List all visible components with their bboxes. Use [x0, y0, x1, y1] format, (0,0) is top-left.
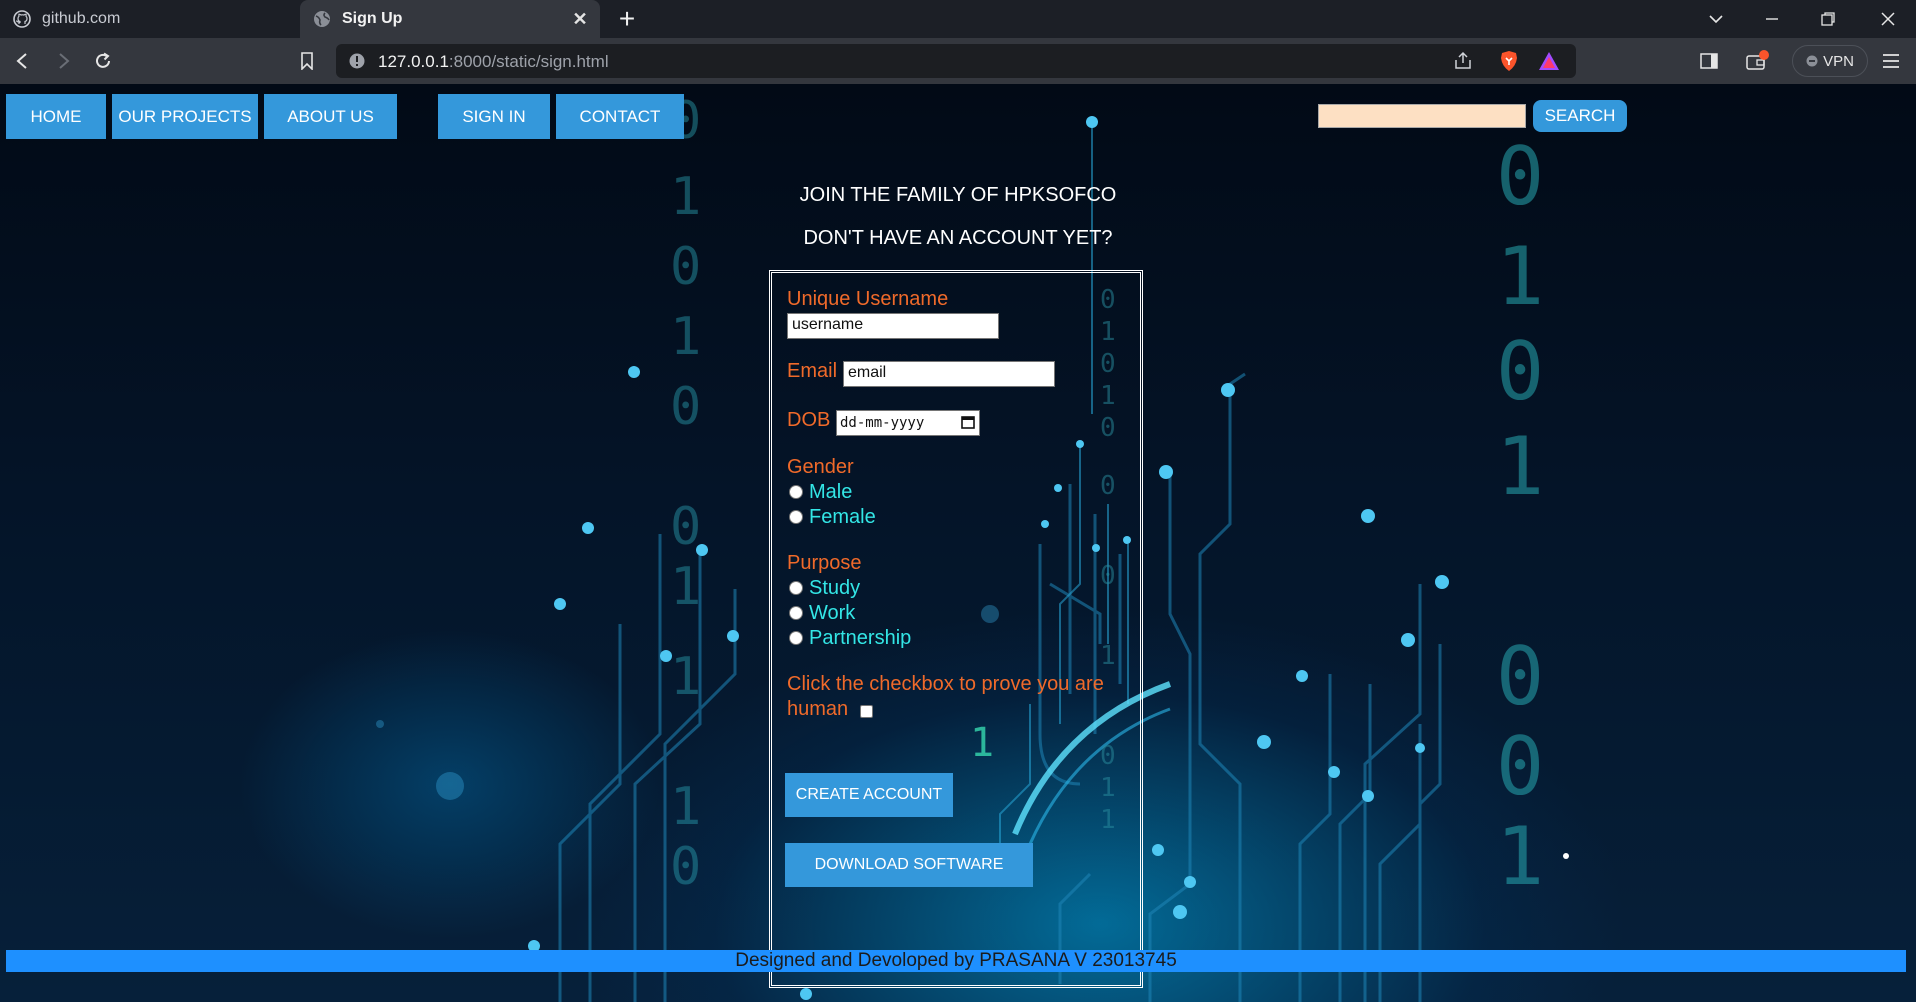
minimize-icon[interactable]	[1744, 0, 1800, 38]
svg-text:1: 1	[1496, 420, 1544, 513]
nav-home[interactable]: HOME	[6, 94, 106, 139]
gender-label: Gender	[787, 456, 854, 478]
purpose-label: Purpose	[787, 552, 862, 574]
female-label: Female	[809, 505, 876, 528]
page-viewport: 0 1 0 1 0 0 1 1 1 0 0 1 0 1 0 0 1 0 1 0 …	[0, 84, 1916, 1002]
gender-option-male[interactable]: Male	[789, 480, 852, 504]
signup-form: Unique Username username Email email DOB…	[769, 270, 1143, 988]
svg-text:0: 0	[1496, 130, 1544, 223]
site-info-icon[interactable]	[346, 50, 368, 72]
url-path: :8000/static/sign.html	[448, 52, 609, 71]
nav-contact[interactable]: CONTACT	[556, 94, 684, 139]
partnership-radio[interactable]	[789, 631, 803, 645]
dob-date-field[interactable]: dd-mm-yyyy	[836, 410, 980, 436]
sidebar-toggle-icon[interactable]	[1694, 46, 1724, 76]
svg-text:1: 1	[670, 647, 701, 707]
purpose-option-work[interactable]: Work	[789, 601, 855, 625]
page-title: JOIN THE FAMILY OF HPKSOFCO	[799, 184, 1117, 206]
url-host: 127.0.0.1	[378, 52, 449, 71]
human-checkbox[interactable]	[860, 705, 873, 718]
menu-icon[interactable]	[1876, 46, 1906, 76]
address-bar[interactable]: 127.0.0.1:8000/static/sign.html	[336, 44, 1576, 78]
email-field[interactable]: email	[843, 361, 1055, 387]
nav-about-us[interactable]: ABOUT US	[264, 94, 397, 139]
work-label: Work	[809, 601, 856, 624]
svg-text:0: 0	[1496, 630, 1544, 723]
search-input[interactable]	[1318, 104, 1526, 128]
reload-icon[interactable]	[88, 46, 118, 76]
forward-icon[interactable]	[48, 46, 78, 76]
male-label: Male	[809, 480, 853, 503]
nav-sign-in[interactable]: SIGN IN	[438, 94, 550, 139]
svg-text:1: 1	[670, 557, 701, 617]
svg-text:0: 0	[670, 837, 701, 897]
globe-icon	[312, 9, 332, 29]
nav-our-projects[interactable]: OUR PROJECTS	[112, 94, 258, 139]
gender-option-female[interactable]: Female	[789, 505, 876, 529]
wallet-icon[interactable]	[1742, 46, 1772, 76]
footer-bar: Designed and Devoloped by PRASANA V 2301…	[6, 950, 1906, 972]
svg-text:0: 0	[670, 497, 701, 557]
page-subtitle: DON'T HAVE AN ACCOUNT YET?	[803, 227, 1113, 249]
new-tab-button[interactable]: +	[612, 4, 642, 34]
female-radio[interactable]	[789, 510, 803, 524]
svg-text:1: 1	[670, 307, 701, 367]
purpose-option-partnership[interactable]: Partnership	[789, 626, 911, 650]
study-label: Study	[809, 576, 861, 599]
tab-sign-up-title: Sign Up	[342, 10, 403, 27]
dob-value: dd-mm-yyyy	[840, 415, 925, 431]
svg-text:0: 0	[1496, 720, 1544, 813]
restore-icon[interactable]	[1800, 0, 1856, 38]
vpn-label: VPN	[1823, 52, 1854, 70]
partnership-label: Partnership	[809, 626, 912, 649]
browser-toolbar: 127.0.0.1:8000/static/sign.html VPN	[0, 38, 1916, 84]
username-label: Unique Username	[787, 288, 949, 310]
svg-text:0: 0	[1496, 325, 1544, 418]
username-field[interactable]: username	[787, 313, 999, 339]
brave-shields-icon[interactable]	[1498, 50, 1520, 72]
dob-label: DOB	[787, 409, 831, 431]
share-icon[interactable]	[1452, 50, 1474, 72]
male-radio[interactable]	[789, 485, 803, 499]
browser-tabstrip: github.com Sign Up ✕ +	[0, 0, 1916, 38]
url-text: 127.0.0.1:8000/static/sign.html	[378, 52, 609, 72]
close-tab-icon[interactable]: ✕	[570, 9, 590, 29]
email-label: Email	[787, 360, 838, 382]
back-icon[interactable]	[8, 46, 38, 76]
svg-text:0: 0	[670, 377, 701, 437]
tab-search-chevron-icon[interactable]	[1688, 0, 1744, 38]
search-button[interactable]: SEARCH	[1533, 100, 1627, 132]
vpn-status-icon	[1806, 55, 1818, 67]
svg-text:1: 1	[1496, 810, 1544, 903]
tab-github-title: github.com	[42, 10, 121, 27]
svg-text:1: 1	[670, 777, 701, 837]
calendar-icon[interactable]	[961, 415, 975, 429]
human-check-label-2: human	[787, 698, 849, 720]
tab-sign-up[interactable]: Sign Up ✕	[300, 0, 600, 38]
study-radio[interactable]	[789, 581, 803, 595]
github-icon	[12, 9, 32, 29]
vpn-button[interactable]: VPN	[1792, 45, 1868, 77]
tab-github[interactable]: github.com	[0, 0, 300, 38]
bookmark-icon[interactable]	[292, 46, 322, 76]
create-account-button[interactable]: CREATE ACCOUNT	[785, 773, 953, 817]
work-radio[interactable]	[789, 606, 803, 620]
human-check-label: Click the checkbox to prove you are	[787, 673, 1104, 695]
download-software-button[interactable]: DOWNLOAD SOFTWARE	[785, 843, 1033, 887]
brave-rewards-icon[interactable]	[1538, 50, 1560, 72]
purpose-option-study[interactable]: Study	[789, 576, 860, 600]
close-window-icon[interactable]	[1860, 0, 1916, 38]
